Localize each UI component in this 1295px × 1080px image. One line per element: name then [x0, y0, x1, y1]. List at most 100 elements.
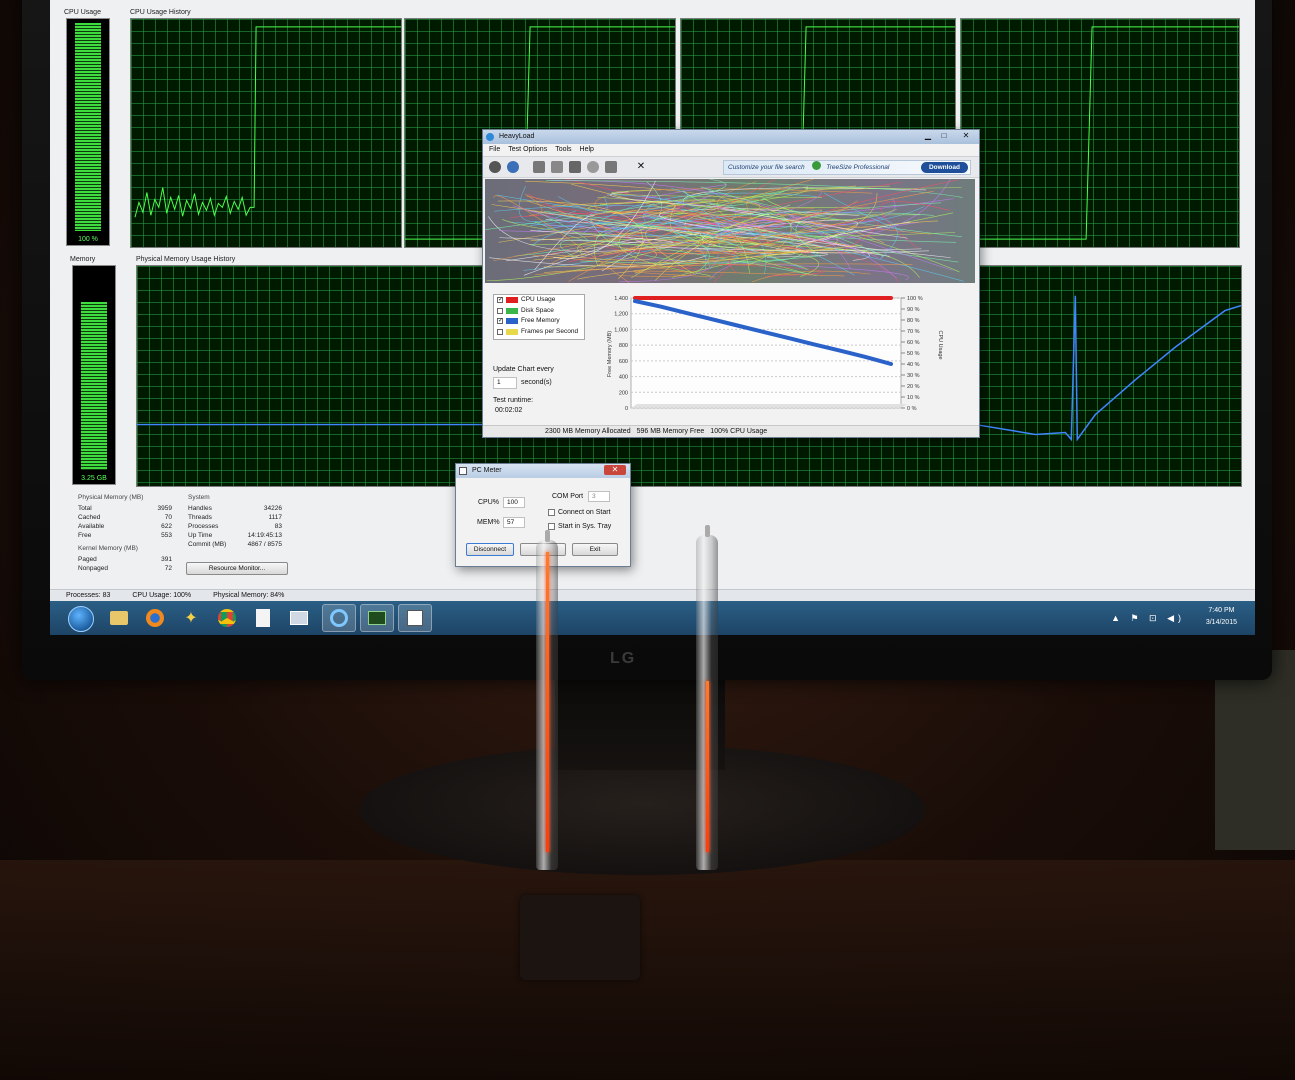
y-tick-label: 0 [625, 406, 628, 412]
driver-circuit-board [520, 895, 640, 980]
art-stroke [804, 185, 962, 190]
firefox-taskbar-button[interactable] [138, 604, 172, 632]
monitor-screen: CPU Usage CPU Usage History 100 % Memory… [50, 0, 1255, 635]
status-allocated: 2300 MB Memory Allocated [545, 428, 631, 435]
stat-value: 4867 / 8575 [247, 541, 282, 548]
cpu-usage-meter: 100 % [66, 18, 110, 246]
gpu-test-icon[interactable] [587, 161, 599, 173]
document-taskbar-button[interactable] [246, 604, 280, 632]
menu-tools[interactable]: Tools [555, 144, 571, 156]
system-stats: System Handles 34226 Threads 1117 Processe… [188, 494, 282, 549]
app-taskbar-button[interactable]: ✦ [174, 604, 208, 632]
cpu-percent-label: CPU% [478, 499, 500, 506]
monitor-brand-logo: LG [610, 650, 637, 667]
menu-test-options[interactable]: Test Options [508, 144, 547, 156]
gpu-stress-visualization [485, 179, 975, 284]
connect-on-start-option[interactable]: Connect on Start [548, 509, 611, 516]
stat-value: 391 [161, 556, 172, 563]
legend-label: Disk Space [521, 306, 554, 314]
stat-label: Free [78, 532, 92, 539]
disconnect-button[interactable]: Disconnect [466, 543, 514, 556]
resource-monitor-button[interactable]: Resource Monitor... [186, 562, 288, 575]
heavyload-taskbar-button[interactable] [322, 604, 356, 632]
checkbox[interactable] [548, 509, 555, 516]
legend-free-memory[interactable]: ✓ Free Memory [494, 316, 584, 327]
status-cpu: 100% CPU Usage [710, 428, 768, 435]
update-interval-spinner[interactable]: 1 [493, 377, 517, 389]
close-button[interactable]: ✕ [959, 131, 973, 141]
disk-test-icon[interactable] [551, 161, 563, 173]
status-free: 596 MB Memory Free [636, 428, 705, 435]
legend-label: CPU Usage [521, 296, 556, 303]
memory-meter-fill [81, 302, 107, 470]
cpu-history-label: CPU Usage History [130, 9, 191, 16]
checkbox[interactable] [497, 328, 503, 335]
checkbox[interactable]: ✓ [497, 297, 503, 304]
stat-row: Handles 34226 [188, 504, 282, 513]
heavyload-toolbar: ✕ Customize your file search TreeSize Pr… [483, 156, 979, 178]
stat-row: Available 622 [78, 522, 172, 531]
firefox-icon [146, 609, 164, 627]
pc-meter-icon [407, 610, 423, 626]
legend-cpu-usage[interactable]: ✓ CPU Usage [494, 295, 584, 306]
stat-row: Up Time 14:19:45:13 [188, 531, 282, 540]
pc-meter-taskbar-button[interactable] [398, 604, 432, 632]
legend-fps[interactable]: Frames per Second [494, 327, 584, 338]
stat-label: Available [78, 523, 105, 530]
tools-icon[interactable]: ✕ [635, 161, 647, 173]
minimize-button[interactable]: ▁ [921, 131, 935, 141]
chart-legend: ✓ CPU Usage Disk Space ✓ Free Memory Frame… [493, 294, 585, 340]
pc-meter-app-icon [459, 467, 467, 475]
update-unit-label: second(s) [521, 379, 552, 386]
checkbox[interactable] [497, 307, 503, 314]
plot-area [630, 297, 902, 409]
y2-tick-label: 70 % [907, 329, 920, 335]
menu-file[interactable]: File [489, 144, 500, 156]
stat-label: Threads [188, 514, 212, 521]
stat-value: 34226 [263, 505, 282, 512]
clock[interactable]: 7:40 PM 3/14/2015 [1206, 605, 1237, 629]
stop-test-icon[interactable] [507, 161, 519, 173]
legend-disk-space[interactable]: Disk Space [494, 306, 584, 317]
system-tray-icons[interactable]: ▲ ⚑ ⊡ ◀) [1111, 613, 1185, 624]
update-chart-label: Update Chart every [493, 366, 554, 373]
system-header: System [188, 494, 210, 501]
maximize-button[interactable]: □ [937, 131, 951, 141]
y-tick-label: 400 [619, 375, 628, 381]
window-icon [290, 611, 308, 625]
checkbox[interactable] [548, 523, 555, 530]
memory-tube-bar [705, 681, 709, 852]
y-tick-label: 1,400 [614, 296, 628, 302]
explorer-taskbar-button[interactable] [102, 604, 136, 632]
exit-button[interactable]: Exit [572, 543, 618, 556]
pc-meter-close-button[interactable]: ✕ [604, 465, 626, 475]
y2-tick-label: 40 % [907, 362, 920, 368]
cpu-history-graph-core-1 [130, 18, 402, 248]
start-button[interactable] [68, 606, 94, 632]
stat-label: Processes [188, 523, 219, 530]
pc-meter-title: PC Meter [472, 467, 502, 474]
task-manager-taskbar-button[interactable] [360, 604, 394, 632]
ad-text: Customize your file search [728, 164, 805, 171]
mem-percent-value: 57 [507, 519, 515, 526]
cpu-percent-value: 100 [507, 499, 518, 506]
status-cpu: CPU Usage: 100% [132, 592, 192, 599]
com-port-label: COM Port [552, 493, 584, 500]
cpu-test-icon[interactable] [533, 161, 545, 173]
y-tick-label: 600 [619, 359, 628, 365]
download-button[interactable]: Download [920, 162, 968, 173]
settings-icon[interactable] [605, 161, 617, 173]
stat-value: 72 [164, 565, 172, 572]
chrome-taskbar-button[interactable] [210, 604, 244, 632]
treesize-ad-banner[interactable]: Customize your file search TreeSize Prof… [723, 160, 971, 175]
start-in-tray-option[interactable]: Start in Sys. Tray [548, 523, 611, 530]
heavyload-window: HeavyLoad ▁ □ ✕ File Test Options Tools … [482, 129, 980, 438]
start-test-icon[interactable] [489, 161, 501, 173]
menu-help[interactable]: Help [580, 144, 594, 156]
status-processes: Processes: 83 [66, 592, 111, 599]
window-taskbar-button[interactable] [282, 604, 316, 632]
checkbox[interactable]: ✓ [497, 318, 503, 325]
com-port-select[interactable]: 3 [588, 491, 610, 502]
stat-value: 622 [161, 523, 172, 530]
memory-test-icon[interactable] [569, 161, 581, 173]
